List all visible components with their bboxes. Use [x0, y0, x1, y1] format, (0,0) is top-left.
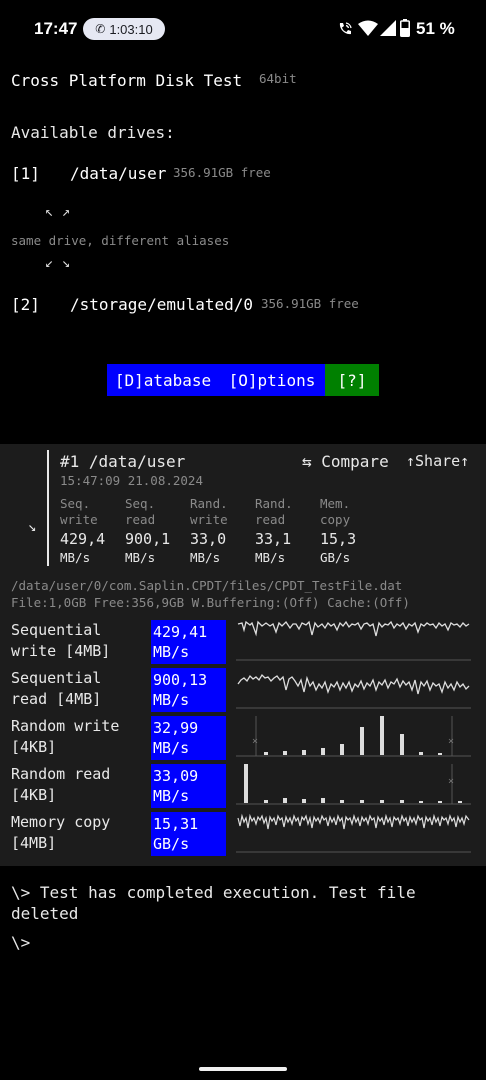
console-message: \> Test has completed execution. Test fi… — [11, 883, 416, 902]
metric-value: 33,1 — [255, 530, 292, 548]
test-file-info: File:1,0GB Free:356,9GB W.Buffering:(Off… — [11, 595, 410, 610]
database-button[interactable]: [D]atabase — [107, 364, 219, 396]
metric-unit: MB/s — [190, 550, 221, 565]
compare-button[interactable]: ⇆ Compare — [302, 452, 389, 471]
test-file-path: /data/user/0/com.Saplin.CPDT/files/CPDT_… — [11, 578, 403, 593]
seq-write-graph — [236, 620, 471, 661]
metric-mem-copy: Mem. copy 15,3 GB/s — [320, 496, 384, 566]
metric-header: Seq. — [60, 496, 91, 511]
svg-text:×: × — [448, 736, 454, 747]
drive-path: /data/user — [70, 164, 167, 183]
row-label: Random read [4KB] — [11, 765, 111, 804]
metric-unit: MB/s — [60, 550, 91, 565]
row-label: Random write [4KB] — [11, 717, 120, 756]
metric-header: Rand. — [255, 496, 293, 511]
app-title: Cross Platform Disk Test — [11, 71, 243, 90]
svg-text:×: × — [448, 776, 454, 787]
metric-header: Rand. — [190, 496, 228, 511]
battery-percent: 51 % — [416, 19, 455, 38]
cell-signal-icon — [380, 20, 396, 36]
drive-item-1[interactable]: [1] /data/user 356.91GB free — [11, 162, 481, 188]
metric-value: 429,4 — [60, 530, 106, 548]
arch-badge: 64bit — [259, 71, 297, 86]
share-button[interactable]: ↑Share↑ — [406, 452, 469, 470]
help-button[interactable]: [?] — [325, 364, 379, 396]
metric-unit: GB/s — [320, 550, 351, 565]
status-time: 17:47 — [34, 19, 78, 38]
row-value: 429,41 MB/s — [151, 620, 226, 664]
metric-header: copy — [320, 512, 351, 527]
row-label: Memory copy [4MB] — [11, 813, 111, 852]
metric-seq-read: Seq. read 900,1 MB/s — [125, 496, 189, 566]
metric-rand-read: Rand. read 33,1 MB/s — [255, 496, 319, 566]
svg-text:×: × — [252, 736, 258, 747]
drive-path: /storage/emulated/0 — [70, 295, 254, 314]
row-value: 900,13 MB/s — [151, 668, 226, 712]
metric-header: read — [255, 512, 286, 527]
memory-copy-graph — [236, 813, 471, 853]
drive-item-2[interactable]: [2] /storage/emulated/0 356.91GB free — [11, 293, 481, 319]
alias-note: same drive, different aliases — [11, 233, 230, 248]
metric-seq-write: Seq. write 429,4 MB/s — [60, 496, 124, 566]
row-value: 15,31 GB/s — [151, 812, 226, 856]
home-gesture-bar[interactable] — [199, 1067, 287, 1071]
metric-unit: MB/s — [125, 550, 156, 565]
result-title: #1 /data/user — [60, 452, 186, 471]
drive-free: 356.91GB free — [173, 165, 271, 180]
metric-header: write — [190, 512, 228, 527]
drive-index: [2] — [11, 295, 40, 314]
metric-value: 15,3 — [320, 530, 357, 548]
random-read-graph: × — [236, 764, 471, 805]
seq-read-graph — [236, 673, 471, 709]
row-label: Sequential read [4MB] — [11, 669, 102, 708]
metric-header: read — [125, 512, 156, 527]
random-write-graph: × × — [236, 716, 471, 757]
alias-arrows-bottom: ↙ ↘ — [45, 255, 71, 271]
metric-unit: MB/s — [255, 550, 286, 565]
wifi-icon — [358, 20, 378, 36]
battery-icon — [400, 19, 410, 37]
metric-value: 900,1 — [125, 530, 171, 548]
options-button[interactable]: [O]ptions — [219, 364, 325, 396]
row-value: 33,09 MB/s — [151, 764, 226, 808]
result-timestamp: 15:47:09 21.08.2024 — [60, 473, 203, 488]
drive-index: [1] — [11, 164, 40, 183]
phone-icon: ✆ — [95, 22, 106, 36]
status-bar: 17:47 ✆ 1:03:10 51 % — [0, 0, 486, 58]
card-divider — [47, 450, 49, 566]
metric-rand-write: Rand. write 33,0 MB/s — [190, 496, 254, 566]
expand-arrow[interactable]: ↘ — [28, 519, 36, 535]
metric-header: Seq. — [125, 496, 156, 511]
metric-value: 33,0 — [190, 530, 227, 548]
result-card: ↘ #1 /data/user 15:47:09 21.08.2024 ⇆ Co… — [0, 444, 486, 866]
drives-heading: Available drives: — [11, 123, 175, 142]
ongoing-call-chip[interactable]: ✆ 1:03:10 — [83, 18, 165, 40]
wifi-call-icon — [339, 22, 352, 35]
row-value: 32,99 MB/s — [151, 716, 226, 760]
metric-header: write — [60, 512, 98, 527]
call-timer: 1:03:10 — [109, 21, 153, 37]
console-message-continued: deleted — [11, 904, 79, 923]
metric-header: Mem. — [320, 496, 351, 511]
row-label: Sequential write [4MB] — [11, 621, 111, 660]
drive-free: 356.91GB free — [261, 296, 359, 311]
alias-arrows-top: ↖ ↗ — [45, 204, 71, 220]
console-prompt[interactable]: \> — [11, 933, 30, 952]
